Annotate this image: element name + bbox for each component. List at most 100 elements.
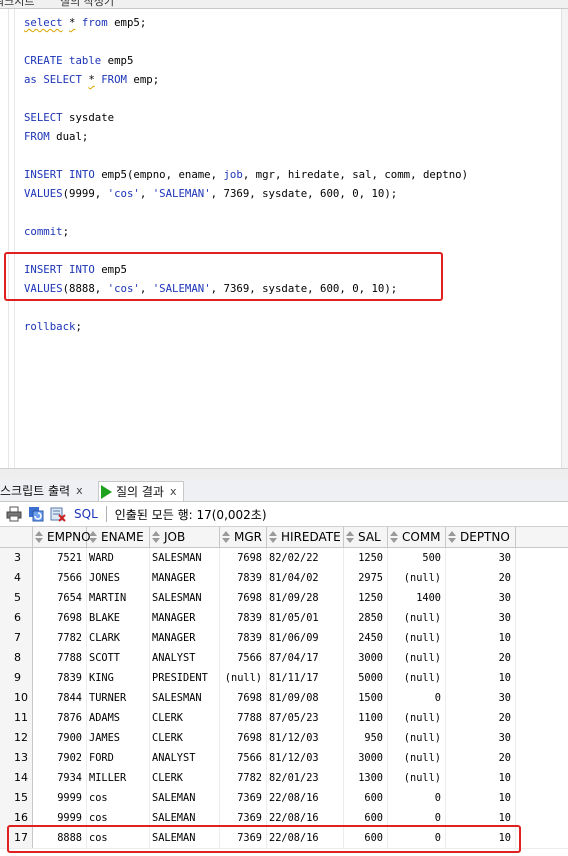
cell-empno[interactable]: 7934 bbox=[33, 768, 87, 788]
cell-comm[interactable]: (null) bbox=[388, 608, 446, 628]
cell-hiredate[interactable]: 22/08/16 bbox=[267, 788, 344, 808]
row-number[interactable]: 6 bbox=[0, 608, 33, 628]
cell-hiredate[interactable]: 81/09/28 bbox=[267, 588, 344, 608]
cell-comm[interactable]: (null) bbox=[388, 628, 446, 648]
cell-mgr[interactable]: 7566 bbox=[220, 648, 267, 668]
cell-empno[interactable]: 7521 bbox=[33, 548, 87, 568]
cell-sal[interactable]: 1300 bbox=[344, 768, 388, 788]
cell-empno[interactable]: 7900 bbox=[33, 728, 87, 748]
cell-empno[interactable]: 7566 bbox=[33, 568, 87, 588]
cell-sal[interactable]: 2450 bbox=[344, 628, 388, 648]
code-line[interactable]: INSERT INTO emp5(empno, ename, job, mgr,… bbox=[24, 165, 468, 184]
tab-query-result[interactable]: 질의 결과 x bbox=[98, 481, 184, 501]
table-row[interactable]: 14 7934 MILLER CLERK 7782 82/01/23 1300 (null) 1… bbox=[0, 768, 568, 789]
cell-job[interactable]: CLERK bbox=[150, 768, 220, 788]
cell-mgr[interactable]: 7566 bbox=[220, 748, 267, 768]
cell-deptno[interactable]: 30 bbox=[446, 588, 516, 608]
cell-empno[interactable]: 7902 bbox=[33, 748, 87, 768]
sort-icon[interactable] bbox=[35, 531, 43, 543]
table-row[interactable]: 3 7521 WARD SALESMAN 7698 82/02/22 1250 500 30 bbox=[0, 548, 568, 569]
cell-comm[interactable]: 500 bbox=[388, 548, 446, 568]
cell-mgr[interactable]: 7698 bbox=[220, 728, 267, 748]
cell-comm[interactable]: (null) bbox=[388, 648, 446, 668]
column-header-comm[interactable]: COMM bbox=[388, 527, 446, 547]
code-line[interactable]: as SELECT * FROM emp; bbox=[24, 70, 159, 89]
refresh-icon[interactable] bbox=[28, 506, 44, 522]
cell-hiredate[interactable]: 81/11/17 bbox=[267, 668, 344, 688]
cell-hiredate[interactable]: 82/02/22 bbox=[267, 548, 344, 568]
cell-hiredate[interactable]: 82/01/23 bbox=[267, 768, 344, 788]
sort-icon[interactable] bbox=[222, 531, 230, 543]
cell-comm[interactable]: (null) bbox=[388, 768, 446, 788]
row-number[interactable]: 10 bbox=[0, 688, 33, 708]
row-number[interactable]: 11 bbox=[0, 708, 33, 728]
table-row[interactable]: 12 7900 JAMES CLERK 7698 81/12/03 950 (null) 30 bbox=[0, 728, 568, 749]
cell-sal[interactable]: 3000 bbox=[344, 748, 388, 768]
code-line[interactable]: FROM dual; bbox=[24, 127, 88, 146]
cell-comm[interactable]: (null) bbox=[388, 748, 446, 768]
cell-sal[interactable]: 1500 bbox=[344, 688, 388, 708]
cell-mgr[interactable]: 7788 bbox=[220, 708, 267, 728]
cell-comm[interactable]: (null) bbox=[388, 708, 446, 728]
cell-mgr[interactable]: 7782 bbox=[220, 768, 267, 788]
row-number[interactable]: 12 bbox=[0, 728, 33, 748]
cell-hiredate[interactable]: 87/05/23 bbox=[267, 708, 344, 728]
table-row[interactable]: 5 7654 MARTIN SALESMAN 7698 81/09/28 1250 1400 3… bbox=[0, 588, 568, 609]
sort-icon[interactable] bbox=[390, 531, 398, 543]
cell-deptno[interactable]: 10 bbox=[446, 668, 516, 688]
column-header-sal[interactable]: SAL bbox=[344, 527, 388, 547]
cell-comm[interactable]: (null) bbox=[388, 568, 446, 588]
cell-job[interactable]: CLERK bbox=[150, 728, 220, 748]
row-number[interactable]: 8 bbox=[0, 648, 33, 668]
cell-deptno[interactable]: 10 bbox=[446, 768, 516, 788]
table-row[interactable]: 4 7566 JONES MANAGER 7839 81/04/02 2975 (null) 2… bbox=[0, 568, 568, 589]
cell-hiredate[interactable]: 81/04/02 bbox=[267, 568, 344, 588]
cell-mgr[interactable]: 7839 bbox=[220, 608, 267, 628]
cell-sal[interactable]: 5000 bbox=[344, 668, 388, 688]
cell-mgr[interactable]: 7839 bbox=[220, 568, 267, 588]
sort-icon[interactable] bbox=[152, 531, 160, 543]
cell-ename[interactable]: FORD bbox=[87, 748, 150, 768]
cell-sal[interactable]: 1250 bbox=[344, 548, 388, 568]
cell-mgr[interactable]: 7698 bbox=[220, 688, 267, 708]
cell-sal[interactable]: 600 bbox=[344, 788, 388, 808]
cell-ename[interactable]: MILLER bbox=[87, 768, 150, 788]
sort-icon[interactable] bbox=[89, 531, 97, 543]
cell-job[interactable]: PRESIDENT bbox=[150, 668, 220, 688]
table-row[interactable]: 11 7876 ADAMS CLERK 7788 87/05/23 1100 (null) 20 bbox=[0, 708, 568, 729]
table-row[interactable]: 15 9999 cos SALEMAN 7369 22/08/16 600 0 10 bbox=[0, 788, 568, 809]
column-header-hiredate[interactable]: HIREDATE bbox=[267, 527, 344, 547]
cell-job[interactable]: ANALYST bbox=[150, 648, 220, 668]
table-row[interactable]: 8 7788 SCOTT ANALYST 7566 87/04/17 3000 (null) 2… bbox=[0, 648, 568, 669]
cell-hiredate[interactable]: 81/09/08 bbox=[267, 688, 344, 708]
table-row[interactable]: 6 7698 BLAKE MANAGER 7839 81/05/01 2850 (null) 3… bbox=[0, 608, 568, 629]
code-line[interactable]: VALUES(9999, 'cos', 'SALEMAN', 7369, sys… bbox=[24, 184, 397, 203]
code-line[interactable]: CREATE table emp5 bbox=[24, 51, 133, 70]
row-number[interactable]: 7 bbox=[0, 628, 33, 648]
close-icon[interactable]: x bbox=[170, 485, 177, 498]
cell-deptno[interactable]: 30 bbox=[446, 548, 516, 568]
cell-mgr[interactable]: 7698 bbox=[220, 588, 267, 608]
cell-deptno[interactable]: 30 bbox=[446, 608, 516, 628]
cell-job[interactable]: ANALYST bbox=[150, 748, 220, 768]
cell-sal[interactable]: 1100 bbox=[344, 708, 388, 728]
cell-hiredate[interactable]: 81/06/09 bbox=[267, 628, 344, 648]
cell-ename[interactable]: WARD bbox=[87, 548, 150, 568]
cell-empno[interactable]: 7839 bbox=[33, 668, 87, 688]
row-number[interactable]: 4 bbox=[0, 568, 33, 588]
tab-worksheet[interactable]: 워크시트 bbox=[0, 0, 34, 8]
sql-button[interactable]: SQL bbox=[74, 507, 98, 521]
column-header-empno[interactable]: EMPNO bbox=[33, 527, 91, 547]
row-number[interactable]: 14 bbox=[0, 768, 33, 788]
column-header-ename[interactable]: ENAME bbox=[87, 527, 150, 547]
code-line[interactable]: commit; bbox=[24, 222, 69, 241]
cell-ename[interactable]: MARTIN bbox=[87, 588, 150, 608]
table-row[interactable]: 13 7902 FORD ANALYST 7566 81/12/03 3000 (null) 2… bbox=[0, 748, 568, 769]
code-line[interactable]: select * from emp5; bbox=[24, 13, 146, 32]
cell-empno[interactable]: 7788 bbox=[33, 648, 87, 668]
tab-script-output[interactable]: 스크립트 출력 x bbox=[0, 481, 83, 500]
cell-hiredate[interactable]: 81/05/01 bbox=[267, 608, 344, 628]
cell-mgr[interactable]: 7839 bbox=[220, 628, 267, 648]
cell-job[interactable]: CLERK bbox=[150, 708, 220, 728]
cell-comm[interactable]: (null) bbox=[388, 668, 446, 688]
